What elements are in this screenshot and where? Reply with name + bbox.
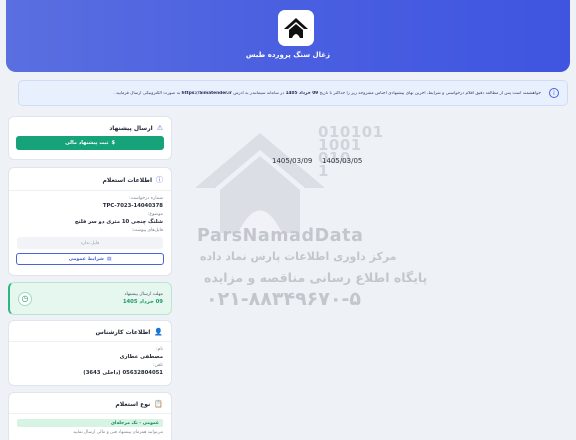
inquiry-type-title: نوع استعلام	[115, 400, 151, 408]
submit-financial-offer-button[interactable]: $ ثبت پیشنهاد مالی	[16, 136, 164, 150]
expert-info-title: اطلاعات کارشناس	[95, 328, 151, 336]
inquiry-type-description: می‌توانید همزمان پیشنهاد فنی و مالی ارسا…	[72, 430, 163, 435]
send-offer-title: ارسال پیشنهاد	[109, 124, 153, 132]
date-left: 1405/03/09	[272, 157, 313, 165]
notice-text: خواهشمند است پس از مطالعه دقیق اقلام درخ…	[113, 90, 541, 96]
info-circle-icon: ⓘ	[156, 176, 163, 184]
divider	[9, 190, 171, 191]
company-logo	[278, 10, 314, 46]
user-icon: 👤	[154, 328, 163, 336]
divider	[9, 413, 171, 414]
info-icon: i	[549, 88, 559, 98]
deadline-card: مهلت ارسال پیشنهاد 09 خرداد 1405 ◷	[8, 282, 172, 315]
expert-phone: 05632804051 (داخلی 3643)	[83, 370, 163, 376]
warning-icon: ⚠	[156, 124, 163, 132]
dollar-icon: $	[111, 140, 115, 146]
general-terms-button[interactable]: ▤ شرایط عمومی	[16, 253, 164, 265]
notice-address: https://Simatender.ir	[181, 90, 232, 96]
request-subject: شلنگ چنجی 10 متری دو سر فلنج	[74, 219, 163, 225]
divider	[9, 341, 171, 342]
page-title: زغال سنگ پرورده طبس	[245, 51, 331, 59]
notice-date: 09 خرداد 1405	[285, 90, 319, 96]
watermark-phone: ۰۲۱-۸۸۳۴۹۶۷۰-۵	[206, 288, 361, 310]
inquiry-type-card: 📋 نوع استعلام عمومی - تک مرحله‌ای می‌توا…	[8, 392, 172, 440]
watermark-line1: مرکز داوری اطلاعات پارس نماد داده	[200, 250, 397, 263]
expert-info-card: 👤 اطلاعات کارشناس نام: مصطفی عطاری تلفن:…	[8, 320, 172, 386]
inquiry-info-title: اطلاعات استعلام	[102, 176, 152, 184]
watermark-digits: 010101 1001 010 1	[318, 123, 384, 180]
house-logo-icon	[284, 18, 308, 38]
inquiry-type-badge: عمومی - تک مرحله‌ای	[17, 419, 163, 427]
expert-name: مصطفی عطاری	[119, 354, 163, 360]
attachments-empty: فایل ندارد	[17, 237, 163, 249]
watermark-brand: ParsNamadData	[197, 226, 364, 246]
header-banner: زغال سنگ پرورده طبس	[6, 0, 570, 72]
deadline-label: مهلت ارسال پیشنهاد	[124, 292, 163, 297]
clock-icon: ◷	[18, 291, 32, 306]
watermark-line2: پایگاه اطلاع رسانی مناقصه و مزایده	[204, 270, 428, 285]
watermark-house-icon	[195, 133, 325, 233]
deadline-value: 09 خرداد 1405	[122, 299, 163, 305]
document-icon: ▤	[106, 256, 112, 262]
notice-banner: i خواهشمند است پس از مطالعه دقیق اقلام د…	[18, 80, 568, 106]
date-right: 1405/03/05	[322, 157, 363, 165]
clipboard-icon: 📋	[154, 400, 163, 408]
send-offer-card: ⚠ ارسال پیشنهاد $ ثبت پیشنهاد مالی	[8, 116, 172, 160]
request-number: TPC-7023-14040378	[102, 203, 163, 209]
inquiry-info-card: ⓘ اطلاعات استعلام شماره درخواست: TPC-702…	[8, 167, 172, 276]
